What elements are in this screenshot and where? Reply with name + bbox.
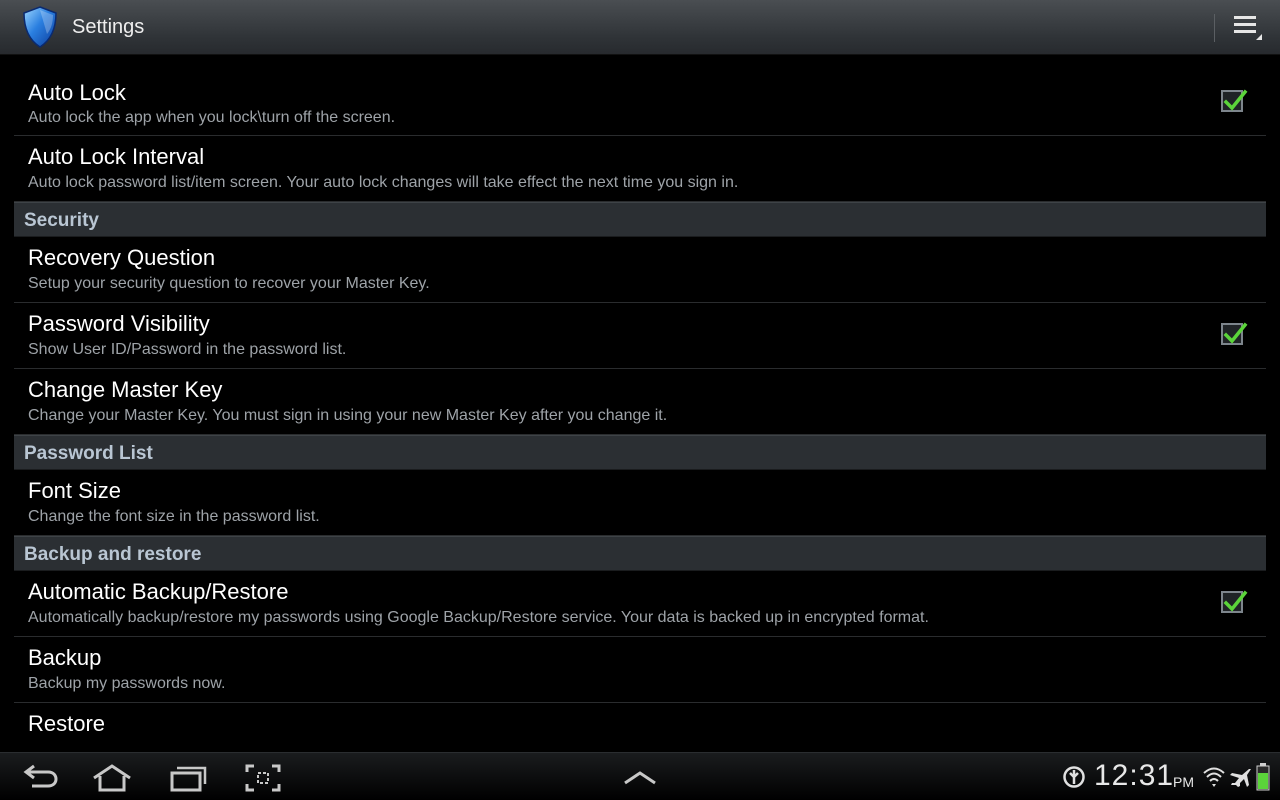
action-bar: Settings bbox=[0, 0, 1280, 55]
pref-auto-lock[interactable]: Auto Lock Auto lock the app when you loc… bbox=[14, 56, 1266, 136]
pref-summary: Automatically backup/restore my password… bbox=[28, 609, 929, 626]
wifi-icon bbox=[1202, 765, 1226, 794]
pref-title: Auto Lock bbox=[28, 80, 126, 105]
pref-summary: Auto lock the app when you lock\turn off… bbox=[28, 109, 396, 126]
pref-password-visibility[interactable]: Password Visibility Show User ID/Passwor… bbox=[14, 303, 1266, 369]
pref-summary: Change your Master Key. You must sign in… bbox=[28, 407, 668, 424]
category-security: Security bbox=[14, 202, 1266, 237]
system-bar: 12:31 PM bbox=[0, 752, 1280, 800]
pref-summary: Setup your security question to recover … bbox=[28, 275, 430, 292]
pref-recovery-question[interactable]: Recovery Question Setup your security qu… bbox=[14, 237, 1266, 303]
pref-title: Change Master Key bbox=[28, 377, 223, 402]
pref-title: Backup bbox=[28, 645, 102, 670]
password-visibility-checkbox[interactable] bbox=[1221, 322, 1248, 345]
category-backup-restore: Backup and restore bbox=[14, 536, 1266, 571]
pref-summary: Show User ID/Password in the password li… bbox=[28, 341, 347, 358]
pref-summary: Change the font size in the password lis… bbox=[28, 508, 320, 525]
category-password-list: Password List bbox=[14, 435, 1266, 470]
action-bar-divider bbox=[1214, 14, 1215, 42]
pref-automatic-backup[interactable]: Automatic Backup/Restore Automatically b… bbox=[14, 571, 1266, 637]
check-icon bbox=[1223, 89, 1248, 111]
pref-title: Font Size bbox=[28, 478, 121, 503]
shield-icon[interactable] bbox=[20, 5, 60, 49]
settings-list[interactable]: Auto Lock Auto lock the app when you loc… bbox=[14, 56, 1266, 752]
category-label: Backup and restore bbox=[24, 544, 202, 565]
pref-summary: Backup my passwords now. bbox=[28, 675, 226, 692]
pref-change-master-key[interactable]: Change Master Key Change your Master Key… bbox=[14, 369, 1266, 435]
up-arrow-icon[interactable] bbox=[620, 763, 660, 793]
pref-backup[interactable]: Backup Backup my passwords now. bbox=[14, 637, 1266, 703]
back-icon[interactable] bbox=[20, 763, 60, 793]
check-icon bbox=[1223, 590, 1248, 612]
pref-title: Automatic Backup/Restore bbox=[28, 579, 289, 604]
auto-lock-checkbox[interactable] bbox=[1221, 89, 1248, 112]
clock-ampm: PM bbox=[1173, 774, 1194, 790]
home-icon[interactable] bbox=[92, 763, 132, 793]
screenshot-icon[interactable] bbox=[244, 763, 284, 793]
pref-summary: Auto lock password list/item screen. You… bbox=[28, 174, 739, 191]
airplane-mode-icon bbox=[1228, 765, 1252, 794]
pref-title: Recovery Question bbox=[28, 245, 216, 270]
pref-auto-lock-interval[interactable]: Auto Lock Interval Auto lock password li… bbox=[14, 136, 1266, 202]
battery-icon bbox=[1256, 763, 1270, 796]
pref-title: Restore bbox=[28, 711, 106, 736]
automatic-backup-checkbox[interactable] bbox=[1221, 590, 1248, 613]
pref-restore[interactable]: Restore bbox=[14, 703, 1266, 752]
sync-icon bbox=[1062, 765, 1086, 794]
page-title: Settings bbox=[72, 16, 145, 38]
clock-time: 12:31 bbox=[1094, 759, 1175, 792]
category-label: Security bbox=[24, 210, 99, 231]
pref-font-size[interactable]: Font Size Change the font size in the pa… bbox=[14, 470, 1266, 536]
recent-apps-icon[interactable] bbox=[168, 763, 208, 793]
check-icon bbox=[1223, 322, 1248, 344]
overflow-menu-icon[interactable] bbox=[1228, 10, 1264, 44]
pref-title: Password Visibility bbox=[28, 311, 210, 336]
pref-title: Auto Lock Interval bbox=[28, 144, 205, 169]
category-label: Password List bbox=[24, 443, 153, 464]
